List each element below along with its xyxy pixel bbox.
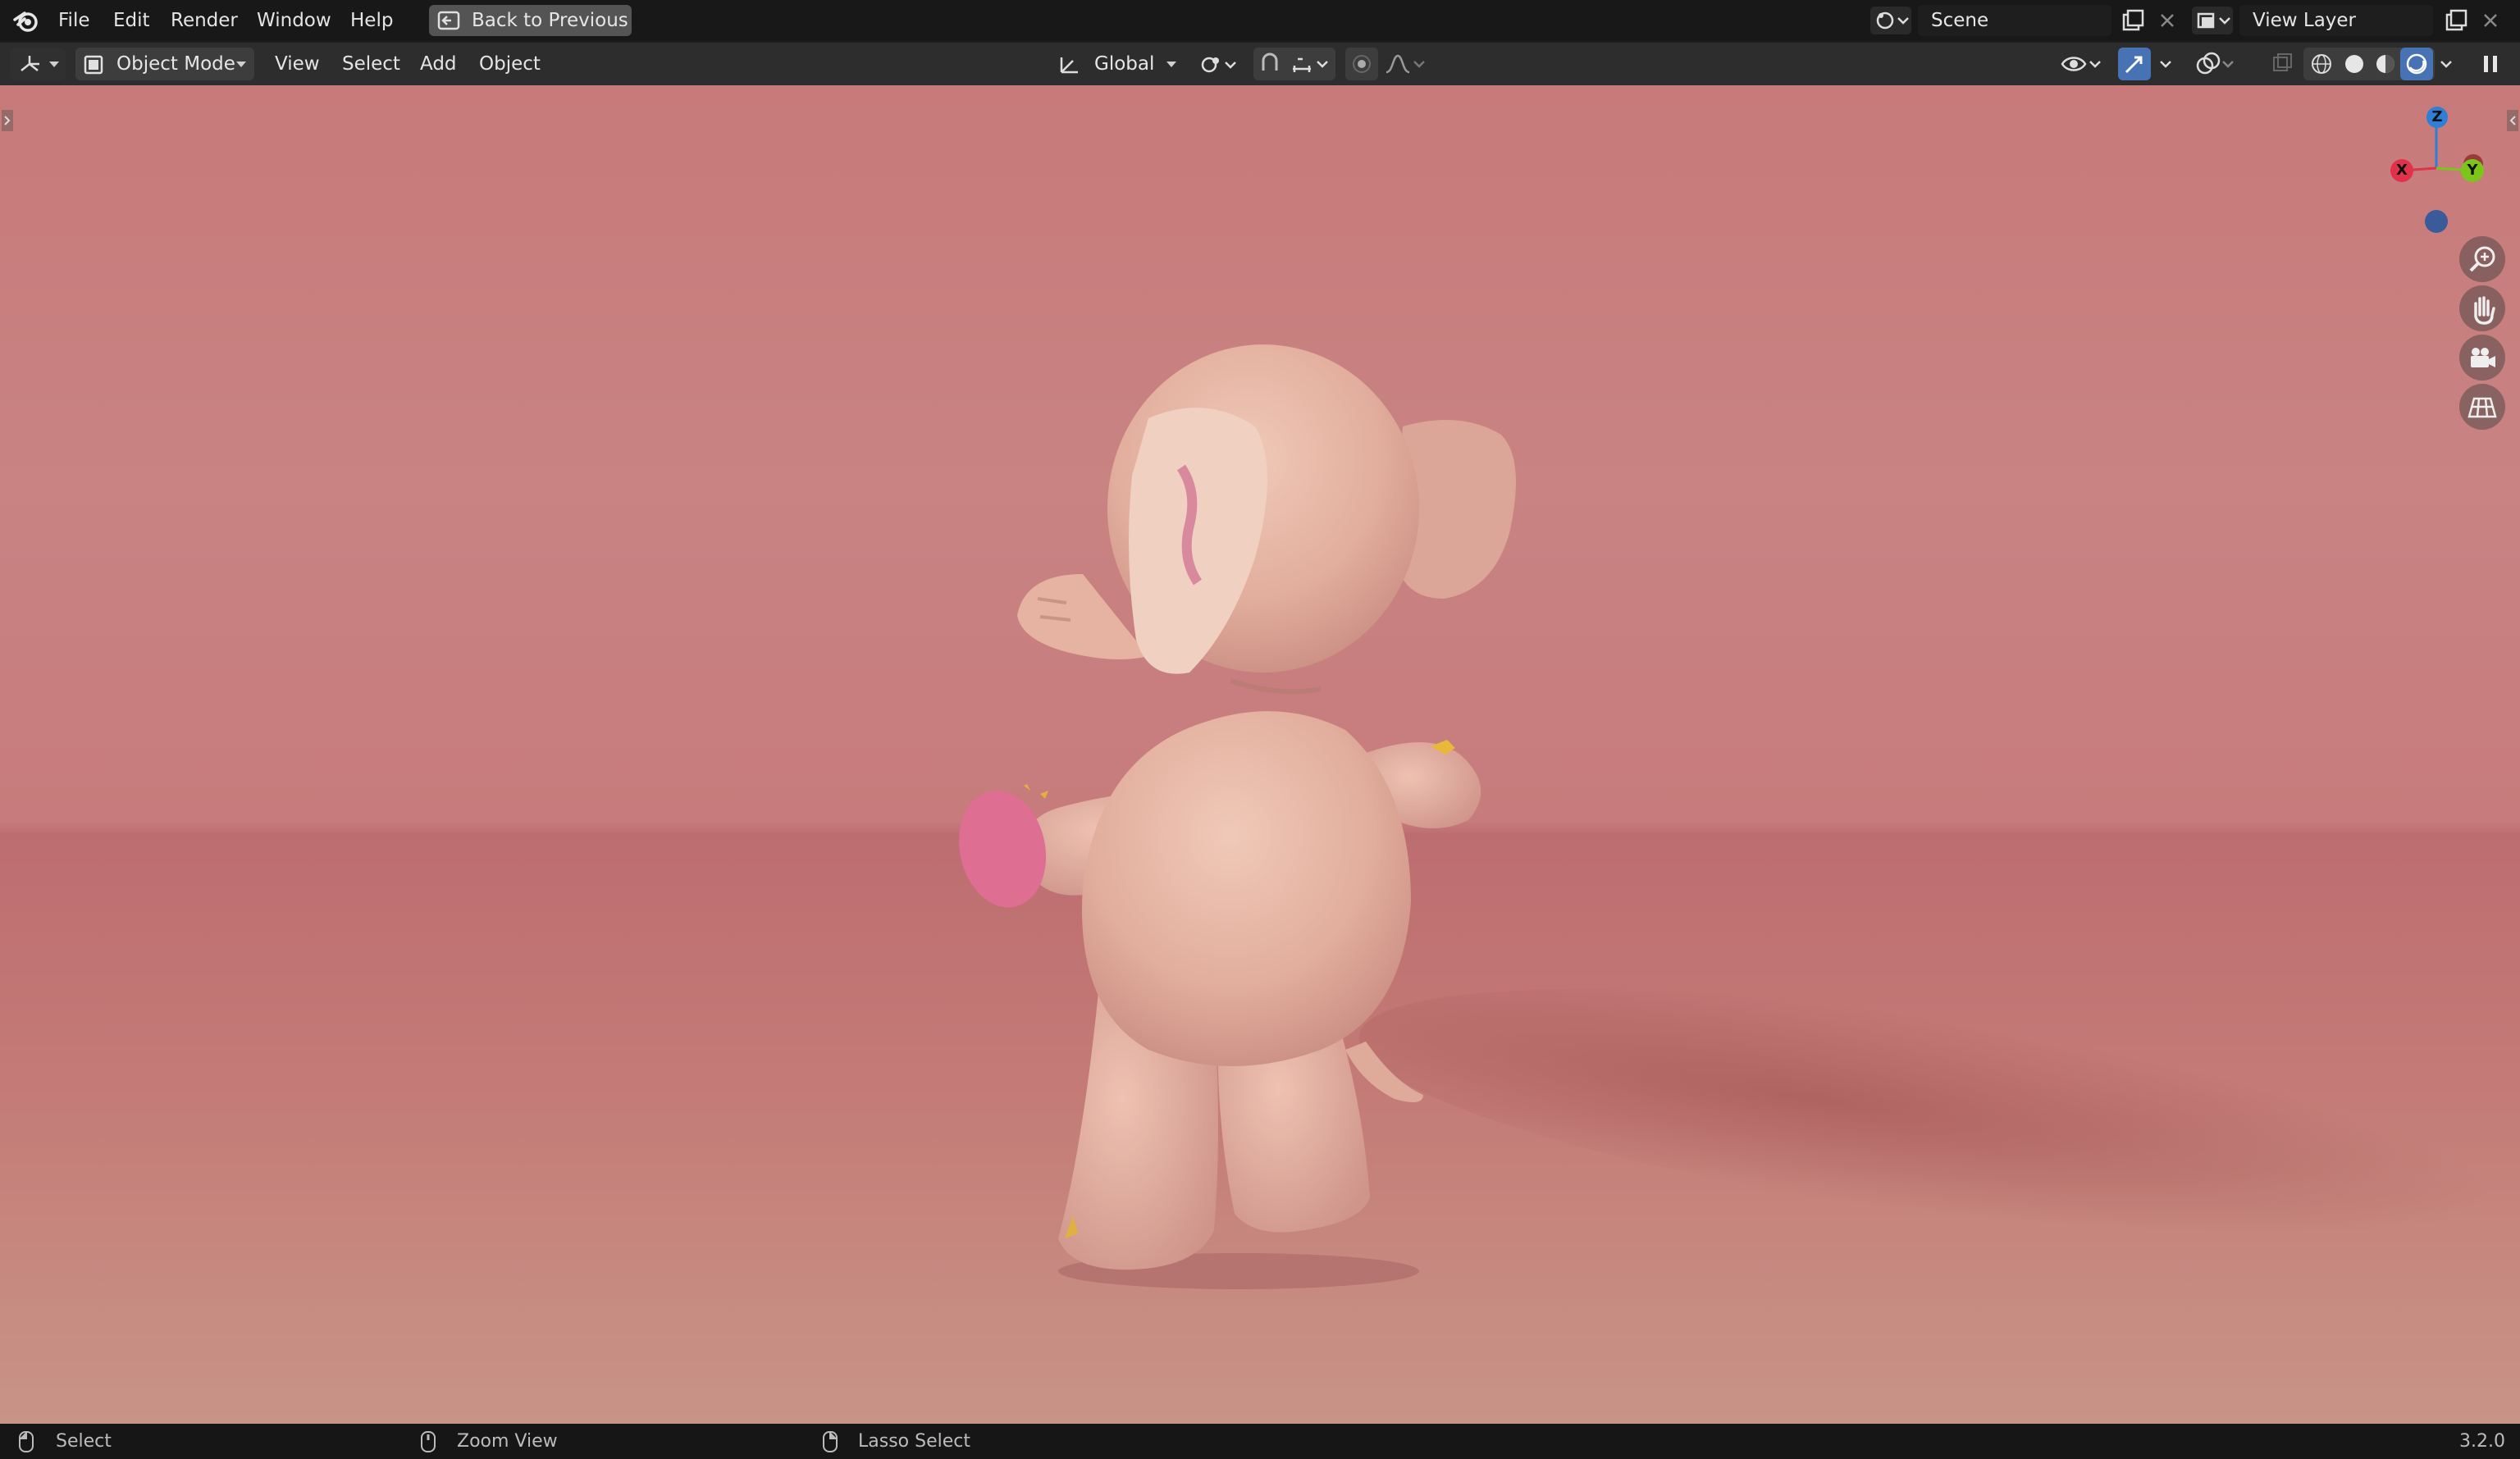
menu-help[interactable]: Help [350, 0, 393, 41]
rendered-shading-icon[interactable] [2400, 48, 2433, 80]
version-label: 3.2.0 [2459, 1431, 2505, 1452]
orientation-label: Global [1094, 53, 1155, 75]
pan-view-button[interactable] [2459, 285, 2505, 331]
sidebar-expand-icon[interactable] [2507, 110, 2518, 131]
chevron-down-icon [1166, 62, 1176, 67]
camera-view-button[interactable] [2459, 335, 2505, 381]
chevron-down-icon [49, 62, 59, 67]
visibility-icon[interactable] [2057, 48, 2105, 80]
menu-select[interactable]: Select [342, 43, 400, 85]
status-zoom-view: Zoom View [457, 1431, 558, 1452]
gizmo-x-axis[interactable]: X [2390, 159, 2413, 182]
hand-icon [2474, 296, 2495, 325]
ortho-perspective-button[interactable] [2459, 384, 2505, 430]
menu-add[interactable]: Add [420, 43, 457, 85]
menu-edit[interactable]: Edit [113, 0, 150, 41]
blender-logo-icon[interactable] [13, 8, 39, 33]
object-mode-icon [83, 54, 104, 79]
menu-view[interactable]: View [275, 43, 320, 85]
mouse-middle-icon [420, 1430, 436, 1453]
navigation-gizmo[interactable]: Z X Y [2379, 98, 2494, 238]
snap-toggle-icon[interactable] [1253, 48, 1286, 80]
menu-render[interactable]: Render [171, 0, 238, 41]
material-preview-icon[interactable] [2369, 48, 2402, 80]
toolbar-expand-icon[interactable] [2, 110, 13, 131]
proportional-editing-icon[interactable] [1345, 48, 1378, 80]
shading-options-icon[interactable] [2435, 48, 2459, 80]
gizmo-dropdown-icon[interactable] [2154, 48, 2177, 80]
back-to-previous-label: Back to Previous [472, 10, 628, 31]
zoom-icon [2469, 246, 2495, 272]
object-mode-label: Object Mode [116, 53, 235, 75]
overlays-icon[interactable] [2192, 48, 2238, 80]
pause-render-icon[interactable] [2474, 48, 2507, 80]
grid-icon [2468, 397, 2497, 418]
mouse-left-icon [18, 1430, 34, 1453]
camera-icon [2471, 348, 2495, 367]
menu-file[interactable]: File [58, 0, 90, 41]
back-to-previous-button[interactable]: Back to Previous [429, 5, 632, 36]
view-layer-browse-icon[interactable] [2192, 7, 2233, 34]
view-layer-name: View Layer [2253, 10, 2357, 31]
gizmo-toggle-icon[interactable] [2118, 48, 2151, 80]
xray-toggle-icon[interactable] [2266, 48, 2299, 80]
gizmo-y-axis[interactable]: Y [2461, 159, 2484, 182]
solid-shading-icon[interactable] [2338, 48, 2371, 80]
transform-orientation-dropdown[interactable]: Global [1053, 48, 1183, 80]
orientation-icon [1057, 54, 1081, 79]
back-icon [437, 11, 460, 35]
proportional-falloff-icon[interactable] [1381, 48, 1429, 80]
3d-viewport-icon [16, 52, 44, 79]
chevron-down-icon [236, 62, 246, 67]
menu-window[interactable]: Window [257, 0, 331, 41]
status-bar [0, 1424, 2520, 1459]
scene-name: Scene [1931, 10, 1989, 31]
object-mode-dropdown[interactable]: Object Mode [75, 48, 254, 80]
scene-name-field[interactable]: Scene [1918, 5, 2111, 36]
status-select: Select [56, 1431, 112, 1452]
new-view-layer-icon[interactable] [2443, 7, 2469, 34]
wireframe-shading-icon[interactable] [2305, 48, 2338, 80]
snap-target-icon[interactable] [1286, 48, 1335, 80]
new-scene-icon[interactable] [2120, 7, 2146, 34]
rendered-elephant-model [935, 328, 1559, 1296]
mouse-right-icon [822, 1430, 838, 1453]
view-layer-field[interactable]: View Layer [2239, 5, 2433, 36]
scene-browse-icon[interactable] [1870, 7, 1911, 34]
editor-type-selector[interactable] [10, 48, 66, 80]
gizmo-z-axis[interactable]: Z [2426, 107, 2448, 128]
menu-object[interactable]: Object [479, 43, 541, 85]
delete-view-layer-icon[interactable] [2477, 7, 2504, 34]
pivot-point-icon[interactable] [1196, 51, 1242, 79]
delete-scene-icon[interactable] [2154, 7, 2180, 34]
status-lasso-select: Lasso Select [858, 1431, 970, 1452]
zoom-view-button[interactable] [2459, 236, 2505, 282]
